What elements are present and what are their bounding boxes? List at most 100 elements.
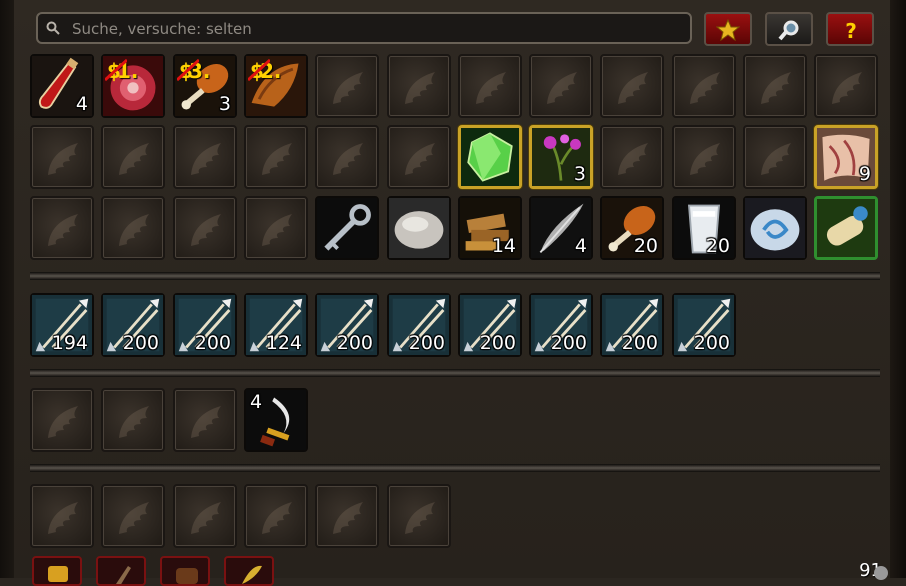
help-button[interactable]: ? [826, 12, 874, 46]
empty-slot-wing-icon [48, 502, 78, 534]
bag-slot-2[interactable] [96, 556, 146, 586]
stack-count: 4 [250, 391, 263, 413]
bag-slot-arrows[interactable]: 200 [173, 293, 237, 357]
empty-bag-slot[interactable] [529, 54, 593, 118]
bag-slot-meat[interactable]: 1.$ [101, 54, 165, 118]
empty-bag-slot[interactable] [743, 54, 807, 118]
empty-bag-slot[interactable] [30, 388, 94, 452]
empty-bag-slot[interactable] [743, 125, 807, 189]
search-toggle-button[interactable] [765, 12, 813, 46]
stack-count: 200 [693, 332, 730, 354]
bag-slot-4[interactable] [224, 556, 274, 586]
magnifier-icon [778, 20, 799, 41]
bag-slot-herb[interactable]: 3 [529, 125, 593, 189]
bag-slot-arrows[interactable]: 200 [387, 293, 451, 357]
empty-slot-wing-icon [333, 72, 363, 104]
empty-bag-slot[interactable] [30, 125, 94, 189]
stack-count: 3 [573, 163, 586, 185]
empty-bag-slot[interactable] [387, 54, 451, 118]
empty-bag-slot[interactable] [173, 388, 237, 452]
empty-bag-slot[interactable] [672, 125, 736, 189]
empty-slot-wing-icon [119, 502, 149, 534]
bag-slot-wood[interactable]: 14 [458, 196, 522, 260]
empty-slot-wing-icon [262, 502, 292, 534]
bag-slot-arrows[interactable]: 200 [458, 293, 522, 357]
frame-right-edge [890, 0, 906, 578]
empty-slot-wing-icon [48, 143, 78, 175]
bag-slot-arrows[interactable]: 200 [315, 293, 379, 357]
bag-slot-stone[interactable] [387, 196, 451, 260]
svg-text:?: ? [845, 19, 857, 41]
empty-bag-slot[interactable] [315, 484, 379, 548]
bag-slot-key[interactable] [315, 196, 379, 260]
empty-bag-slot[interactable] [30, 196, 94, 260]
bag-slot-arrows[interactable]: 200 [600, 293, 664, 357]
stack-count: 3 [218, 93, 231, 115]
bag-slot-3[interactable] [160, 556, 210, 586]
bag-slot-arrows[interactable]: 194 [30, 293, 94, 357]
bag-slot-gem[interactable] [458, 125, 522, 189]
empty-bag-slot[interactable] [30, 484, 94, 548]
empty-bag-slot[interactable] [173, 125, 237, 189]
favorite-button[interactable] [704, 12, 752, 46]
empty-bag-slot[interactable] [173, 196, 237, 260]
bag-slot-stone-orb[interactable] [743, 196, 807, 260]
empty-bag-slot[interactable] [315, 54, 379, 118]
empty-slot-wing-icon [690, 72, 720, 104]
empty-bag-slot[interactable] [458, 54, 522, 118]
empty-bag-slot[interactable] [101, 388, 165, 452]
bag-slot-scroll-map[interactable]: 9 [814, 125, 878, 189]
bag-slot-arrows[interactable]: 124 [244, 293, 308, 357]
stack-count: 20 [705, 235, 730, 257]
stack-count: 194 [51, 332, 88, 354]
bag-slot-milk[interactable]: 20 [672, 196, 736, 260]
empty-bag-slot[interactable] [387, 125, 451, 189]
sell-junk-icon: $ [248, 58, 270, 82]
empty-bag-slot[interactable] [600, 54, 664, 118]
bag-slot-1[interactable] [32, 556, 82, 586]
empty-slot-wing-icon [761, 143, 791, 175]
empty-slot-wing-icon [48, 214, 78, 246]
empty-bag-slot[interactable] [600, 125, 664, 189]
empty-bag-slot[interactable] [244, 484, 308, 548]
bag-slot-drumstick[interactable]: 20 [600, 196, 664, 260]
stack-count: 200 [194, 332, 231, 354]
bag-slot-feather[interactable]: 4 [529, 196, 593, 260]
bag-slot-arrows[interactable]: 200 [672, 293, 736, 357]
bag-slot-wing-meat[interactable]: 2.$ [244, 54, 308, 118]
empty-bag-slot[interactable] [387, 484, 451, 548]
stack-count: 4 [75, 93, 88, 115]
search-box[interactable] [36, 12, 692, 44]
stack-count: 200 [336, 332, 373, 354]
empty-slot-wing-icon [761, 72, 791, 104]
empty-bag-slot[interactable] [244, 196, 308, 260]
sell-junk-icon: $ [105, 58, 127, 82]
empty-bag-slot[interactable] [814, 54, 878, 118]
empty-bag-slot[interactable] [101, 196, 165, 260]
empty-bag-slot[interactable] [672, 54, 736, 118]
section-divider [30, 464, 880, 472]
empty-bag-slot[interactable] [244, 125, 308, 189]
bag-slot-scroll[interactable] [814, 196, 878, 260]
stack-count: 200 [550, 332, 587, 354]
section-divider [30, 272, 880, 280]
bag-slot-arrows[interactable]: 200 [101, 293, 165, 357]
empty-slot-wing-icon [405, 143, 435, 175]
star-icon [716, 19, 740, 41]
empty-slot-wing-icon [832, 72, 862, 104]
bag-slot-curved-blade[interactable]: 4 [244, 388, 308, 452]
empty-slot-wing-icon [48, 406, 78, 438]
empty-bag-slot[interactable] [101, 484, 165, 548]
stack-count: 4 [574, 235, 587, 257]
empty-slot-wing-icon [191, 143, 221, 175]
search-input[interactable] [70, 16, 674, 42]
bag-slot-potion[interactable]: 4 [30, 54, 94, 118]
stack-count: 124 [265, 332, 302, 354]
empty-bag-slot[interactable] [315, 125, 379, 189]
empty-bag-slot[interactable] [173, 484, 237, 548]
empty-slot-wing-icon [191, 502, 221, 534]
empty-bag-slot[interactable] [101, 125, 165, 189]
empty-slot-wing-icon [262, 143, 292, 175]
bag-slot-drumstick[interactable]: 3.$3 [173, 54, 237, 118]
bag-slot-arrows[interactable]: 200 [529, 293, 593, 357]
